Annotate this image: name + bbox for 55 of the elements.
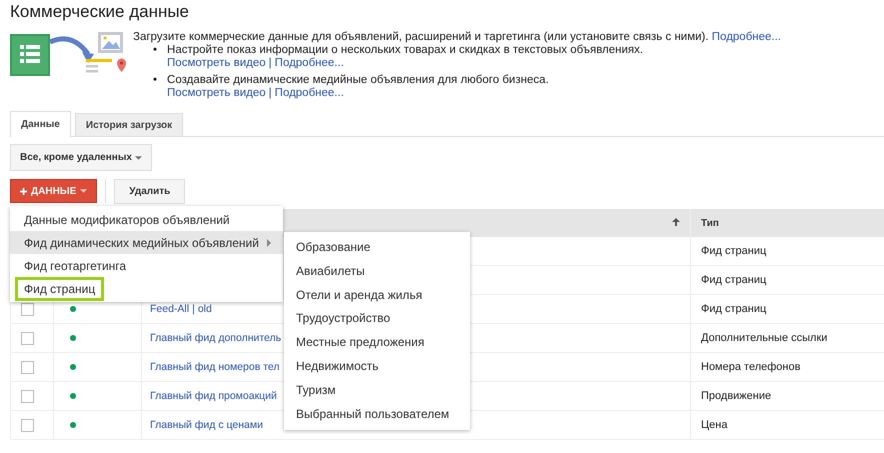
more-link[interactable]: Подробнее... (274, 57, 344, 69)
feed-name-link[interactable]: Главный фид дополнитель (150, 332, 282, 344)
table-cell: Продвижение (701, 390, 772, 402)
bullet-text: Настройте показ информации о нескольких товарах и скидках в текстовых объявлениях. (167, 44, 644, 56)
table-cell: Фид страниц (701, 274, 766, 286)
bullet-marker: • (153, 74, 158, 88)
intro-text: Загрузите коммерческие данные для объявлений, расширений и таргетинга (или установите связь с ними). Подробнее... (133, 30, 782, 44)
checkbox[interactable] (21, 360, 34, 374)
feed-name-link[interactable]: Главный фид промоакций (150, 390, 277, 402)
table-cell: Номера телефонов (701, 361, 800, 373)
submenu-item[interactable]: Образование (284, 236, 470, 260)
submenu-item[interactable]: Местные предложения (284, 331, 470, 355)
column-header[interactable]: Тип (701, 218, 719, 228)
video-link[interactable]: Посмотреть видео (167, 57, 266, 69)
table-cell: Дополнительные ссылки (701, 332, 828, 344)
submenu-arrow-icon (267, 238, 271, 246)
checkbox[interactable] (21, 390, 34, 402)
submenu-item[interactable]: Авиабилеты (284, 260, 470, 284)
table-cell: Цена (701, 419, 728, 431)
submenu-item[interactable]: Трудоустройство (284, 307, 470, 332)
caret-icon (134, 156, 142, 160)
delete-button[interactable]: Удалить (114, 178, 186, 204)
bullet-marker: • (153, 44, 158, 58)
more-link[interactable]: Подробнее... (274, 87, 344, 99)
submenu-item[interactable]: Выбранный пользователем (284, 402, 470, 426)
sort-arrow-icon[interactable] (672, 218, 680, 226)
feed-name-link[interactable]: Feed-All (150, 303, 190, 315)
feed-name-link[interactable]: Главный фид с ценами (150, 419, 263, 431)
link-separator: | (268, 87, 272, 99)
menu-item[interactable]: Фид страниц (10, 277, 283, 300)
feed-name-link[interactable]: old (198, 303, 212, 315)
plus-icon (20, 188, 27, 194)
table-cell: Фид страниц (701, 245, 766, 257)
submenu-item[interactable]: Недвижимость (284, 354, 470, 379)
link-separator: | (192, 303, 195, 315)
more-link[interactable]: Подробнее... (712, 31, 782, 43)
menu-item[interactable]: Данные модификаторов объявлений (10, 208, 283, 231)
bullet-text: Создавайте динамические медийные объявления для любого бизнеса. (167, 74, 549, 86)
video-link[interactable]: Посмотреть видео (167, 87, 266, 99)
submenu-item[interactable]: Отели и аренда жилья (284, 284, 470, 308)
checkbox[interactable] (21, 332, 34, 344)
page-title: Коммерческие данные (10, 1, 190, 23)
checkbox[interactable] (21, 302, 34, 316)
table-cell: Фид страниц (701, 303, 766, 315)
link-separator: | (268, 57, 272, 69)
menu-item[interactable]: Фид динамических медийных объявлений (10, 231, 283, 254)
tab[interactable]: История загрузок (74, 113, 184, 136)
caret-icon (80, 189, 88, 193)
feed-name-link[interactable]: Главный фид номеров тел (150, 361, 280, 373)
submenu-item[interactable]: Туризм (284, 378, 470, 403)
add-data-button[interactable]: ДАННЫЕ (10, 179, 98, 203)
checkbox[interactable] (21, 418, 34, 432)
tab[interactable]: Данные (10, 111, 71, 137)
menu-item[interactable]: Фид геотаргетинга (10, 254, 283, 277)
status-filter-dropdown[interactable]: Все, кроме удаленных (10, 144, 152, 171)
